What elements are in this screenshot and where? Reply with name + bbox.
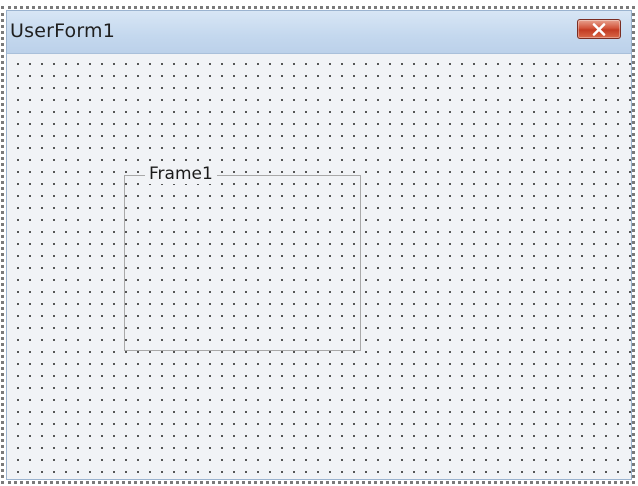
title-bar[interactable]: UserForm1 bbox=[7, 11, 631, 54]
close-button[interactable] bbox=[577, 19, 621, 39]
form-design-surface[interactable]: Frame1 bbox=[7, 54, 631, 479]
window-title: UserForm1 bbox=[10, 20, 116, 42]
frame-caption: Frame1 bbox=[145, 164, 217, 184]
userform-window[interactable]: UserForm1 Frame1 bbox=[6, 10, 632, 480]
frame-control[interactable]: Frame1 bbox=[124, 164, 361, 351]
close-icon bbox=[592, 23, 606, 36]
